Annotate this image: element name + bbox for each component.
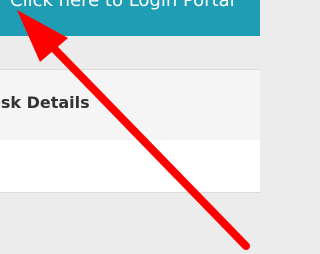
- top-banner: Click here to Login Portal: [0, 0, 260, 36]
- details-content-panel: [0, 140, 260, 193]
- section-title: esk Details: [0, 93, 90, 112]
- login-portal-link[interactable]: Click here to Login Portal: [10, 0, 235, 11]
- details-section-header: esk Details: [0, 69, 260, 141]
